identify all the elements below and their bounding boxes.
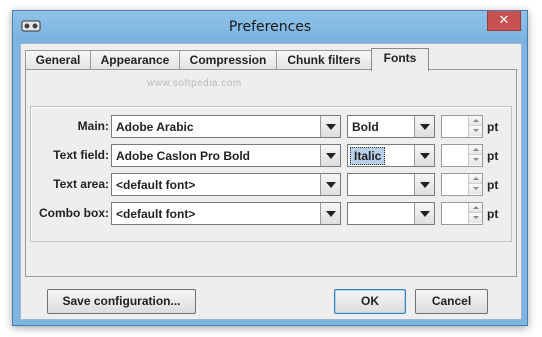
window-title: Preferences	[228, 19, 312, 35]
dialog-body: General Appearance Compression Chunk fil…	[20, 43, 522, 320]
font-row-label: Text field:	[53, 148, 109, 162]
size-unit: pt	[487, 178, 499, 192]
style-value: Bold	[352, 120, 379, 134]
style-value: Italic	[350, 147, 386, 165]
text-area-font-select[interactable]: <default font>	[111, 173, 341, 196]
font-value: Adobe Caslon Pro Bold	[116, 149, 251, 163]
size-unit: pt	[487, 207, 499, 221]
text-field-size-spinner[interactable]	[441, 144, 483, 167]
font-row-combo-box: Combo box: <default font> pt	[31, 202, 511, 225]
cancel-button[interactable]: Cancel	[415, 289, 488, 314]
chevron-down-icon[interactable]	[320, 174, 340, 195]
font-value: Adobe Arabic	[116, 120, 194, 134]
spin-down-icon[interactable]	[469, 155, 482, 165]
text-field-font-select[interactable]: Adobe Caslon Pro Bold	[111, 144, 341, 167]
tab-appearance[interactable]: Appearance	[90, 50, 180, 70]
chevron-down-icon[interactable]	[414, 174, 434, 195]
combo-box-style-select[interactable]	[347, 202, 435, 225]
spin-down-icon[interactable]	[469, 213, 482, 223]
font-row-label: Combo box:	[39, 206, 109, 220]
spinner-buttons	[468, 174, 482, 195]
preferences-window: Preferences ✕ General Appearance Compres…	[12, 10, 528, 326]
spinner-buttons	[468, 203, 482, 224]
spin-up-icon[interactable]	[469, 116, 482, 126]
font-value: <default font>	[116, 207, 196, 221]
title-bar[interactable]: Preferences ✕	[13, 11, 527, 43]
tab-chunk-filters[interactable]: Chunk filters	[276, 50, 372, 70]
spinner-buttons	[468, 116, 482, 137]
tab-general[interactable]: General	[25, 50, 91, 70]
chevron-down-icon[interactable]	[320, 116, 340, 137]
close-button[interactable]: ✕	[487, 11, 521, 31]
spinner-buttons	[468, 145, 482, 166]
spin-down-icon[interactable]	[469, 184, 482, 194]
tab-compression[interactable]: Compression	[179, 50, 277, 70]
spin-up-icon[interactable]	[469, 203, 482, 213]
close-icon: ✕	[498, 12, 510, 27]
font-row-label: Text area:	[53, 177, 109, 191]
ok-button[interactable]: OK	[334, 289, 406, 314]
main-font-select[interactable]: Adobe Arabic	[111, 115, 341, 138]
fonts-settings-group: Main: Adobe Arabic Bold pt Text field: A…	[30, 106, 512, 242]
chevron-down-icon[interactable]	[320, 203, 340, 224]
font-row-label: Main:	[77, 119, 109, 133]
main-size-spinner[interactable]	[441, 115, 483, 138]
font-row-main: Main: Adobe Arabic Bold pt	[31, 115, 511, 138]
text-area-size-spinner[interactable]	[441, 173, 483, 196]
save-configuration-button[interactable]: Save configuration...	[47, 289, 196, 314]
fonts-tab-panel: www.softpedia.com Main: Adobe Arabic Bol…	[25, 69, 517, 277]
chevron-down-icon[interactable]	[414, 145, 434, 166]
size-unit: pt	[487, 120, 499, 134]
spin-down-icon[interactable]	[469, 126, 482, 136]
chevron-down-icon[interactable]	[320, 145, 340, 166]
font-row-text-area: Text area: <default font> pt	[31, 173, 511, 196]
text-area-style-select[interactable]	[347, 173, 435, 196]
combo-box-size-spinner[interactable]	[441, 202, 483, 225]
chevron-down-icon[interactable]	[414, 203, 434, 224]
font-row-text-field: Text field: Adobe Caslon Pro Bold Italic	[31, 144, 511, 167]
size-unit: pt	[487, 149, 499, 163]
tab-fonts[interactable]: Fonts	[371, 48, 429, 71]
chevron-down-icon[interactable]	[414, 116, 434, 137]
spin-up-icon[interactable]	[469, 145, 482, 155]
main-style-select[interactable]: Bold	[347, 115, 435, 138]
watermark: www.softpedia.com	[147, 78, 242, 89]
font-value: <default font>	[116, 178, 196, 192]
combo-box-font-select[interactable]: <default font>	[111, 202, 341, 225]
text-field-style-select[interactable]: Italic	[347, 144, 435, 167]
spin-up-icon[interactable]	[469, 174, 482, 184]
